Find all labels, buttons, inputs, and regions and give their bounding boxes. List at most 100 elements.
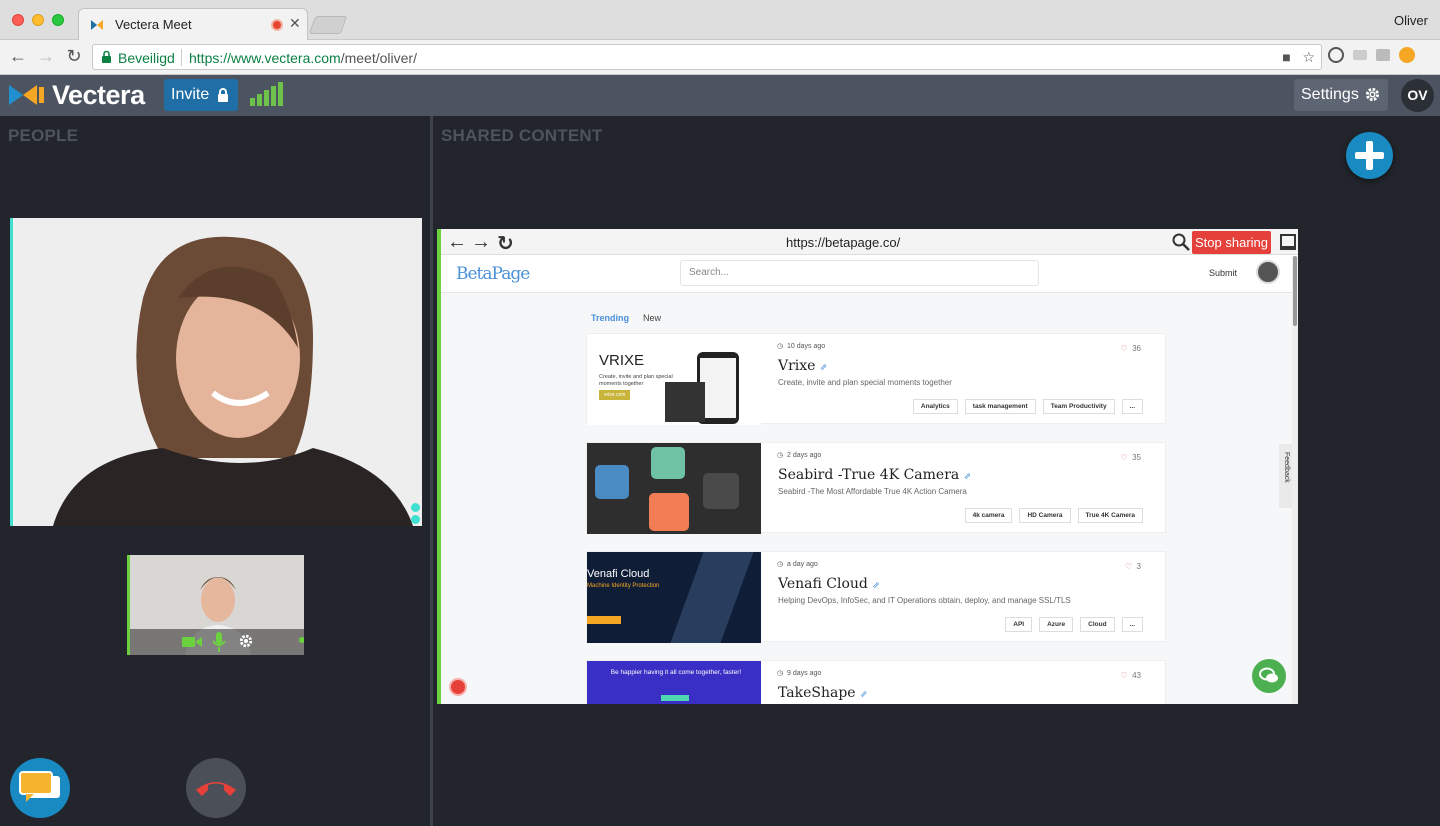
invite-label: Invite <box>171 86 210 103</box>
tag[interactable]: True 4K Camera <box>1077 508 1143 523</box>
shared-content-title: SHARED CONTENT <box>441 126 603 145</box>
card-likes[interactable]: ♡ 36 <box>1120 344 1141 353</box>
card-description: Helping DevOps, InfoSec, and IT Operatio… <box>778 596 1071 605</box>
forward-icon[interactable]: → <box>36 46 56 67</box>
url-text[interactable]: https://www.vectera.com/meet/oliver/ <box>189 50 417 66</box>
tag[interactable]: task management <box>964 399 1036 414</box>
tag[interactable]: Team Productivity <box>1042 399 1115 414</box>
notification-bell-icon[interactable] <box>449 678 467 696</box>
gear-icon <box>1365 87 1380 102</box>
product-card-seabird[interactable]: ◷ 2 days ago Seabird -True 4K Camera ⇗ S… <box>586 442 1166 534</box>
product-card-venafi[interactable]: Venafi Cloud Machine Identity Protection… <box>586 551 1166 643</box>
extension-vectera-icon[interactable] <box>1353 50 1367 60</box>
window-minimize-button[interactable] <box>32 14 44 26</box>
external-link-icon: ⇗ <box>872 581 880 591</box>
bookmark-star-icon[interactable]: ☆ <box>1302 49 1315 65</box>
card-likes[interactable]: ♡ 35 <box>1120 453 1141 462</box>
lock-icon <box>218 88 228 102</box>
card-title[interactable]: Seabird -True 4K Camera ⇗ <box>778 467 971 483</box>
product-card-vrixe[interactable]: VRIXE Create, invite and plan special mo… <box>586 333 1166 425</box>
add-content-button[interactable] <box>1346 132 1393 179</box>
back-icon[interactable]: ← <box>8 46 28 67</box>
product-image-seabird[interactable] <box>587 443 761 534</box>
tag[interactable]: API <box>1005 617 1033 632</box>
stop-sharing-button[interactable]: Stop sharing <box>1192 231 1271 254</box>
extension-cast-icon[interactable] <box>1376 49 1390 61</box>
cobrowser-url[interactable]: https://betapage.co/ <box>786 235 900 250</box>
tag[interactable]: Analytics <box>912 399 958 414</box>
betapage-logo[interactable]: BetaPage <box>456 264 530 284</box>
minimize-cobrowser-icon[interactable] <box>1280 234 1296 250</box>
external-link-icon: ⇗ <box>860 690 868 700</box>
card-title[interactable]: TakeShape ⇗ <box>778 685 868 701</box>
betapage-user-avatar[interactable] <box>1256 260 1280 284</box>
hang-up-button[interactable] <box>186 758 246 818</box>
card-tags: Analytics task management Team Productiv… <box>912 399 1143 414</box>
tab-new[interactable]: New <box>643 313 661 323</box>
tag[interactable]: ... <box>1121 617 1143 632</box>
betapage-scrollbar[interactable] <box>1292 256 1298 704</box>
participant-video[interactable] <box>10 218 422 526</box>
omnibox-icons: ■ ☆ <box>1282 49 1315 66</box>
tag[interactable]: Cloud <box>1080 617 1115 632</box>
new-tab-button[interactable] <box>308 16 348 34</box>
product-card-takeshape[interactable]: Be happier having it all come together, … <box>586 660 1166 704</box>
cobrowser-reload-icon[interactable]: ↻ <box>497 231 514 256</box>
tag[interactable]: Azure <box>1039 617 1074 632</box>
betapage-search-input[interactable]: Search... <box>680 260 1039 286</box>
zoom-icon[interactable] <box>1172 233 1190 251</box>
card-tags: API Azure Cloud ... <box>1005 617 1143 632</box>
tab-close-icon[interactable]: ✕ <box>289 15 301 32</box>
connection-quality-icon <box>250 82 283 106</box>
betapage-chat-button[interactable] <box>1252 659 1286 693</box>
card-time: ◷ 2 days ago <box>777 452 822 459</box>
tag[interactable]: 4k camera <box>964 508 1013 523</box>
address-bar[interactable]: Beveiligd https://www.vectera.com/meet/o… <box>92 44 1322 70</box>
heart-icon: ♡ <box>1120 453 1128 462</box>
card-title[interactable]: Venafi Cloud ⇗ <box>778 576 880 592</box>
cobrowser-toolbar: ← → ↻ https://betapage.co/ Stop sharing <box>441 229 1298 255</box>
settings-button[interactable]: Settings <box>1294 79 1388 111</box>
camera-toggle-icon[interactable] <box>182 635 202 649</box>
card-likes[interactable]: ♡ 3 <box>1125 562 1141 571</box>
invite-button[interactable]: Invite <box>164 79 238 111</box>
camera-icon[interactable]: ■ <box>1282 49 1290 65</box>
phone-hangup-icon <box>196 782 236 796</box>
window-close-button[interactable] <box>12 14 24 26</box>
external-link-icon: ⇗ <box>819 363 828 373</box>
reload-icon[interactable]: ↻ <box>64 46 84 67</box>
cobrowser-back-icon[interactable]: ← <box>447 231 467 254</box>
cobrowser-forward-icon[interactable]: → <box>471 231 491 254</box>
card-title[interactable]: Vrixe ⇗ <box>778 358 827 374</box>
video-settings-gear-icon[interactable] <box>238 633 254 649</box>
self-video-controls <box>130 629 304 655</box>
chat-button[interactable] <box>10 758 70 818</box>
scrollbar-thumb[interactable] <box>1293 256 1297 326</box>
self-video[interactable] <box>127 555 304 655</box>
card-time: ◷ 10 days ago <box>777 343 826 350</box>
url-separator <box>181 49 182 66</box>
product-image-venafi[interactable]: Venafi Cloud Machine Identity Protection <box>587 552 761 643</box>
browser-titlebar: Vectera Meet ✕ Oliver <box>0 0 1440 40</box>
tag[interactable]: HD Camera <box>1019 508 1071 523</box>
tag[interactable]: ... <box>1121 399 1143 414</box>
tab-trending[interactable]: Trending <box>591 313 629 323</box>
recording-indicator-icon <box>271 19 283 31</box>
extension-icons <box>1328 47 1415 63</box>
browser-profile-name[interactable]: Oliver <box>1394 13 1428 28</box>
betapage-filter-tabs: Trending New <box>591 313 661 323</box>
window-maximize-button[interactable] <box>52 14 64 26</box>
product-image-takeshape[interactable]: Be happier having it all come together, … <box>587 661 761 704</box>
betapage-submit-link[interactable]: Submit <box>1209 268 1237 278</box>
tablet-illustration <box>665 382 705 422</box>
extension-alert-icon[interactable] <box>1399 47 1415 63</box>
card-likes[interactable]: ♡ 43 <box>1120 671 1141 680</box>
video-status-dots <box>411 503 420 524</box>
microphone-toggle-icon[interactable] <box>212 632 226 652</box>
user-avatar[interactable]: OV <box>1401 79 1434 112</box>
product-image-vrixe[interactable]: VRIXE Create, invite and plan special mo… <box>587 334 761 425</box>
heart-icon: ♡ <box>1120 344 1128 353</box>
browser-tab[interactable]: Vectera Meet ✕ <box>78 8 308 40</box>
chat-icon <box>1259 667 1278 683</box>
extension-1password-icon[interactable] <box>1328 47 1344 63</box>
